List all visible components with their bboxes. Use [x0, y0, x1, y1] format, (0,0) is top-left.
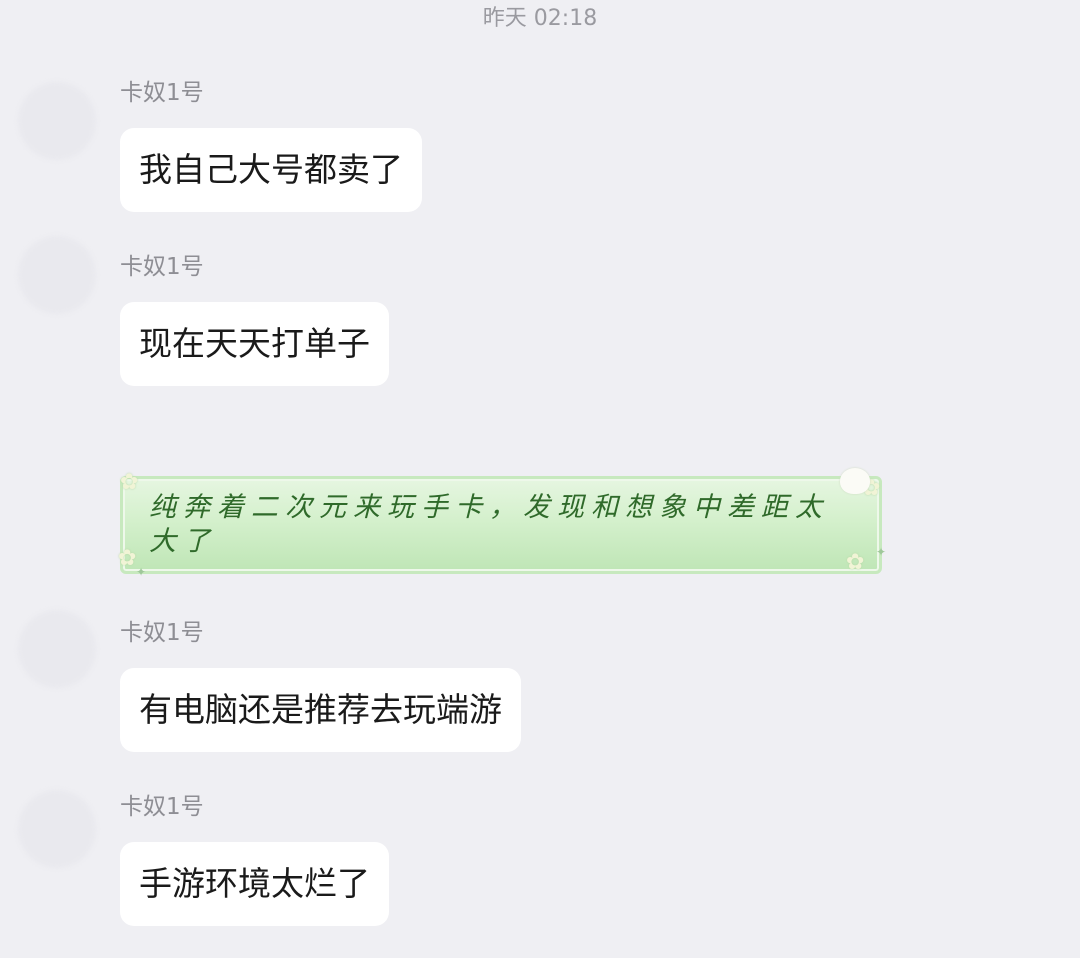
sender-name: 卡奴1号: [120, 80, 204, 106]
flower-icon: ✿: [118, 546, 137, 571]
sender-name: 卡奴1号: [120, 794, 204, 820]
avatar[interactable]: [18, 790, 96, 868]
avatar[interactable]: [18, 610, 96, 688]
chat-timestamp: 昨天 02:18: [482, 6, 598, 31]
sender-name: 卡奴1号: [120, 620, 204, 646]
message-bubble[interactable]: 现在天天打单子: [120, 302, 389, 386]
message-bubble[interactable]: 我自己大号都卖了: [120, 128, 422, 212]
flower-icon: ✿: [120, 470, 139, 495]
avatar[interactable]: [18, 236, 96, 314]
avatar[interactable]: [18, 82, 96, 160]
sender-name: 卡奴1号: [120, 254, 204, 280]
sparkle-icon: ✦: [876, 545, 887, 559]
bunny-sticker-icon: [840, 468, 870, 494]
message-bubble[interactable]: 有电脑还是推荐去玩端游: [120, 668, 521, 752]
my-message-text: 纯奔着二次元来玩手卡，发现和想象中差距太大了: [149, 492, 829, 557]
message-bubble[interactable]: 手游环境太烂了: [120, 842, 389, 926]
my-message-bubble[interactable]: 纯奔着二次元来玩手卡，发现和想象中差距太大了: [120, 476, 882, 574]
sparkle-icon: ✦: [136, 565, 147, 579]
flower-icon: ✿: [846, 550, 865, 575]
